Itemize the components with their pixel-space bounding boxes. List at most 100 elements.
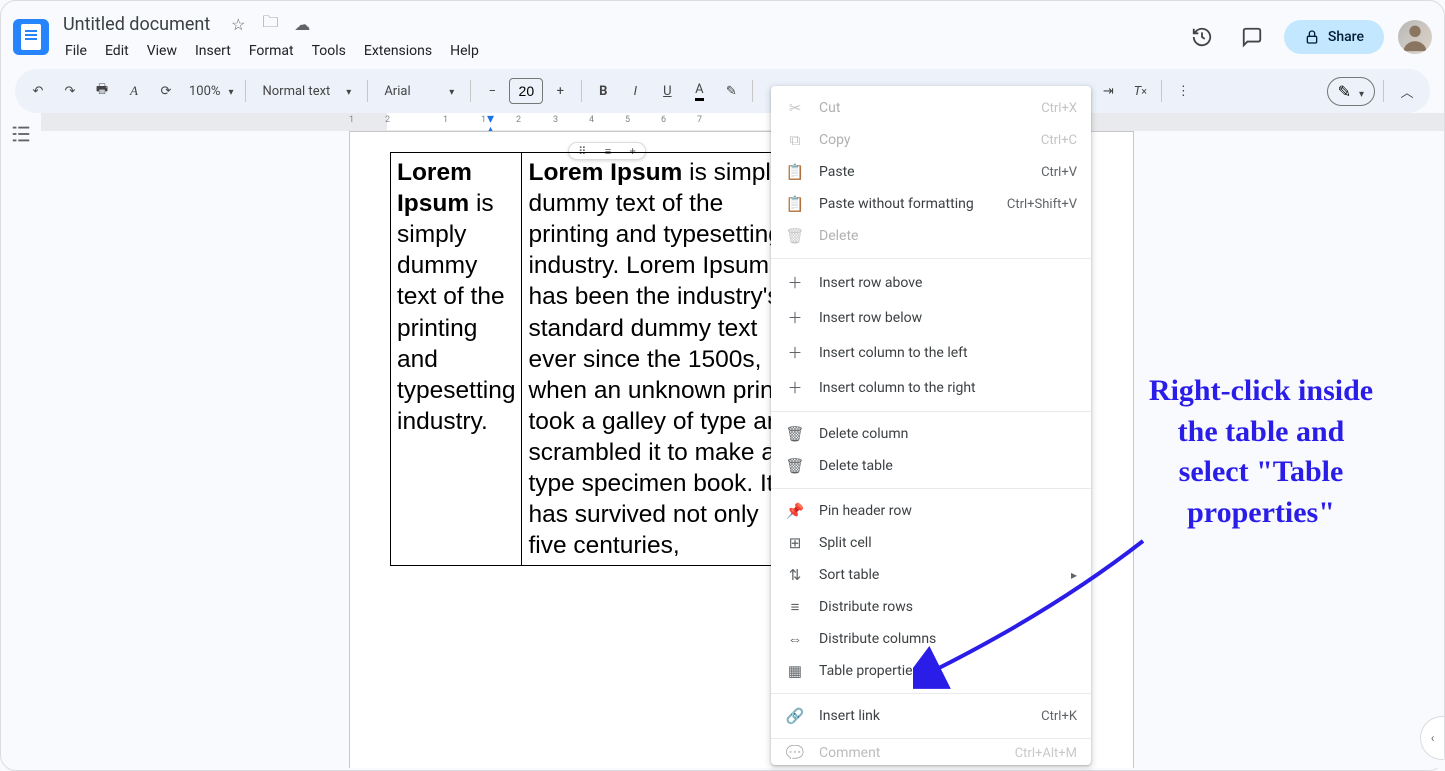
- context-menu: ✂CutCtrl+X⧉CopyCtrl+C📋PasteCtrl+V📋Paste …: [771, 86, 1091, 765]
- context-menu-icon: ＋: [785, 307, 805, 328]
- context-menu-distribute-rows[interactable]: ≡ Distribute rows: [771, 591, 1091, 623]
- context-menu-insert-row-above[interactable]: ＋ Insert row above: [771, 265, 1091, 300]
- italic-button[interactable]: I: [620, 76, 650, 106]
- context-menu-label: Comment: [819, 745, 880, 759]
- menu-edit[interactable]: Edit: [97, 39, 137, 63]
- context-menu-icon: ▦: [785, 662, 805, 680]
- paint-format-button[interactable]: ⟳: [151, 76, 181, 106]
- context-menu-icon: 🗑: [785, 227, 805, 245]
- editing-mode-select[interactable]: ✎: [1327, 77, 1375, 106]
- context-menu-icon: 🗑: [785, 457, 805, 475]
- context-menu-comment[interactable]: 💬CommentCtrl+Alt+M: [771, 745, 1091, 759]
- context-menu-sort-table[interactable]: ⇅Sort table▸: [771, 559, 1091, 591]
- context-menu-shortcut: Ctrl+K: [1041, 709, 1077, 724]
- context-menu-icon: ＋: [785, 342, 805, 363]
- context-menu-label: Insert row below: [819, 310, 922, 326]
- context-menu-label: Insert link: [819, 708, 880, 724]
- context-menu-icon: ⊞: [785, 534, 805, 552]
- context-menu-icon: 📋: [785, 195, 805, 213]
- context-menu-label: Delete column: [819, 426, 908, 442]
- context-menu-paste[interactable]: 📋 Paste Ctrl+V: [771, 156, 1091, 188]
- comments-icon[interactable]: [1234, 19, 1270, 55]
- zoom-select[interactable]: 100%: [183, 76, 239, 106]
- document-table[interactable]: Lorem Ipsum is simply dummy text of the …: [390, 152, 810, 566]
- table-cell-1-2[interactable]: Lorem Ipsum is simply dummy text of the …: [522, 153, 810, 566]
- context-menu-insert-column-to-the-right[interactable]: ＋Insert column to the right: [771, 370, 1091, 405]
- indent-increase-button[interactable]: ⇥: [1093, 76, 1123, 106]
- context-menu-pin-header-row[interactable]: 📌 Pin header row: [771, 495, 1091, 527]
- context-menu-icon: ＋: [785, 377, 805, 398]
- context-menu-label: Paste: [819, 164, 855, 180]
- font-select[interactable]: Arial: [374, 76, 464, 106]
- redo-button[interactable]: ↷: [55, 76, 85, 106]
- annotation-text: Right-click inside the table and select …: [1096, 371, 1426, 533]
- clear-formatting-button[interactable]: T×: [1125, 76, 1155, 106]
- context-menu-delete: 🗑Delete: [771, 220, 1091, 252]
- table-cell-1-1[interactable]: Lorem Ipsum is simply dummy text of the …: [391, 153, 522, 566]
- menu-tools[interactable]: Tools: [304, 39, 354, 63]
- underline-button[interactable]: U: [652, 76, 682, 106]
- print-button[interactable]: 🖶: [87, 76, 117, 106]
- horizontal-ruler[interactable]: ▾ ▴ 1211234567: [41, 113, 1444, 131]
- increase-font-size-button[interactable]: +: [545, 76, 575, 106]
- toolbar: ↶ ↷ 🖶 A ⟳ 100% Normal text Arial − + B I…: [15, 69, 1430, 113]
- share-button[interactable]: Share: [1284, 20, 1384, 54]
- highlight-button[interactable]: ✎: [716, 76, 746, 106]
- undo-button[interactable]: ↶: [23, 76, 53, 106]
- context-menu-shortcut: Ctrl+V: [1041, 165, 1077, 180]
- paragraph-style-select[interactable]: Normal text: [252, 76, 361, 106]
- context-menu-label: Distribute rows: [819, 599, 913, 615]
- context-menu-icon: 📌: [785, 502, 805, 520]
- bold-button[interactable]: B: [588, 76, 618, 106]
- context-menu-icon: 📋: [785, 163, 805, 181]
- context-menu-table-properties[interactable]: ▦Table properties: [771, 655, 1091, 687]
- more-button[interactable]: ⋮: [1168, 76, 1198, 106]
- menu-format[interactable]: Format: [241, 39, 302, 63]
- docs-logo-icon[interactable]: [13, 19, 49, 55]
- star-icon[interactable]: ☆: [228, 14, 248, 34]
- menu-view[interactable]: View: [139, 39, 185, 63]
- context-menu-delete-table[interactable]: 🗑 Delete table: [771, 450, 1091, 482]
- menu-insert[interactable]: Insert: [187, 39, 239, 63]
- context-menu-label: Split cell: [819, 535, 872, 551]
- collapse-toolbar-button[interactable]: ︿: [1392, 76, 1422, 106]
- menu-file[interactable]: File: [57, 39, 95, 63]
- spellcheck-button[interactable]: A: [119, 76, 149, 106]
- cloud-status-icon[interactable]: ☁: [292, 14, 312, 34]
- share-label: Share: [1328, 29, 1364, 45]
- document-title[interactable]: Untitled document: [57, 12, 216, 37]
- context-menu-icon: ⇔: [785, 630, 805, 648]
- history-icon[interactable]: [1184, 19, 1220, 55]
- context-menu-shortcut: Ctrl+X: [1041, 101, 1077, 116]
- context-menu-cut: ✂CutCtrl+X: [771, 92, 1091, 124]
- context-menu-label: Delete table: [819, 458, 893, 474]
- context-menu-insert-column-to-the-left[interactable]: ＋Insert column to the left: [771, 335, 1091, 370]
- context-menu-distribute-columns[interactable]: ⇔ Distribute columns: [771, 623, 1091, 655]
- context-menu-paste-without-formatting[interactable]: 📋 Paste without formatting Ctrl+Shift+V: [771, 188, 1091, 220]
- context-menu-icon: ⇅: [785, 566, 805, 584]
- context-menu-icon: ≡: [785, 598, 805, 616]
- text-color-button[interactable]: A: [684, 76, 714, 106]
- context-menu-shortcut: Ctrl+Shift+V: [1007, 197, 1077, 212]
- decrease-font-size-button[interactable]: −: [477, 76, 507, 106]
- context-menu-split-cell[interactable]: ⊞ Split cell: [771, 527, 1091, 559]
- submenu-arrow-icon: ▸: [1071, 568, 1077, 582]
- context-menu-shortcut: Ctrl+C: [1041, 133, 1077, 148]
- account-avatar[interactable]: [1398, 20, 1432, 54]
- context-menu-insert-row-below[interactable]: ＋ Insert row below: [771, 300, 1091, 335]
- context-menu-label: Insert row above: [819, 275, 922, 291]
- menu-help[interactable]: Help: [442, 39, 487, 63]
- context-menu-label: Distribute columns: [819, 631, 936, 647]
- menu-extensions[interactable]: Extensions: [356, 39, 440, 63]
- context-menu-label: Paste without formatting: [819, 196, 974, 212]
- context-menu-delete-column[interactable]: 🗑Delete column: [771, 418, 1091, 450]
- font-size-input[interactable]: [509, 78, 543, 104]
- document-outline-icon[interactable]: [10, 123, 32, 768]
- context-menu-shortcut: Ctrl+Alt+M: [1015, 746, 1077, 760]
- context-menu-label: Cut: [819, 100, 840, 116]
- context-menu-icon: ＋: [785, 272, 805, 293]
- context-menu-insert-link[interactable]: 🔗 Insert link Ctrl+K: [771, 700, 1091, 732]
- context-menu-label: Pin header row: [819, 503, 912, 519]
- move-folder-icon[interactable]: 🗀: [260, 14, 280, 34]
- context-menu-icon: 🔗: [785, 707, 805, 725]
